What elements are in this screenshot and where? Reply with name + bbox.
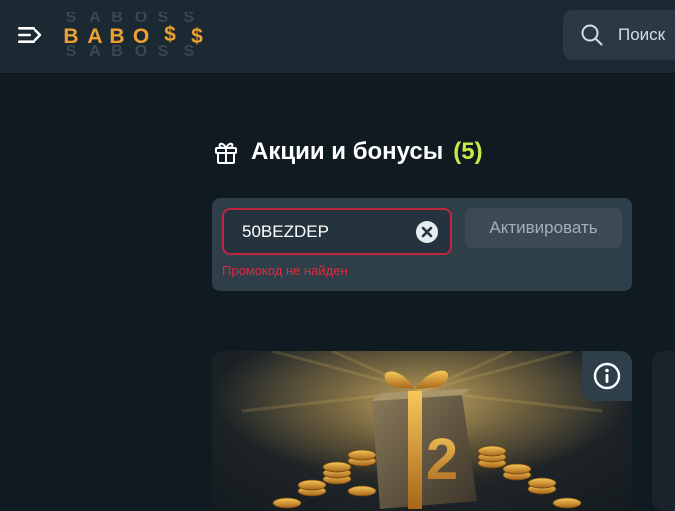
- svg-text:S: S: [184, 12, 195, 26]
- svg-text:B: B: [109, 25, 124, 48]
- promo-card[interactable]: 2: [212, 351, 632, 511]
- promo-error-message: Промокод не найден: [222, 263, 348, 278]
- gift-icon: [215, 142, 237, 164]
- menu-icon: [18, 27, 42, 43]
- promo-code-panel: Активировать Промокод не найден: [212, 198, 632, 291]
- svg-text:B: B: [111, 12, 123, 26]
- svg-text:O: O: [133, 25, 149, 48]
- search-icon: [581, 24, 603, 46]
- svg-text:O: O: [135, 12, 147, 26]
- gift-number: 2: [426, 427, 458, 492]
- svg-text:B: B: [63, 25, 78, 48]
- baboss-logo[interactable]: SABOSS SABOSS B A B O $ $: [60, 9, 210, 60]
- info-button[interactable]: [582, 351, 632, 401]
- svg-text:A: A: [87, 25, 102, 48]
- gift-box-coins-image: 2: [212, 351, 632, 511]
- promo-card-partial[interactable]: [652, 351, 675, 511]
- clear-icon[interactable]: [416, 221, 438, 243]
- menu-toggle-button[interactable]: [12, 20, 46, 50]
- search-label: Поиск: [618, 25, 666, 44]
- promo-code-input[interactable]: [242, 222, 412, 242]
- svg-text:A: A: [89, 12, 101, 26]
- activate-button[interactable]: Активировать: [465, 208, 622, 248]
- svg-text:$: $: [164, 23, 176, 46]
- info-icon: [593, 362, 621, 390]
- section-title: Акции и бонусы (5): [213, 136, 483, 168]
- page-title: Акции и бонусы: [251, 138, 444, 165]
- search-box[interactable]: Поиск: [563, 10, 675, 60]
- promo-code-field-wrapper: [222, 208, 452, 255]
- top-bar: SABOSS SABOSS B A B O $ $ Поиск: [0, 0, 675, 74]
- svg-text:S: S: [66, 12, 77, 26]
- promotions-count: (5): [453, 138, 483, 165]
- svg-text:$: $: [191, 25, 203, 48]
